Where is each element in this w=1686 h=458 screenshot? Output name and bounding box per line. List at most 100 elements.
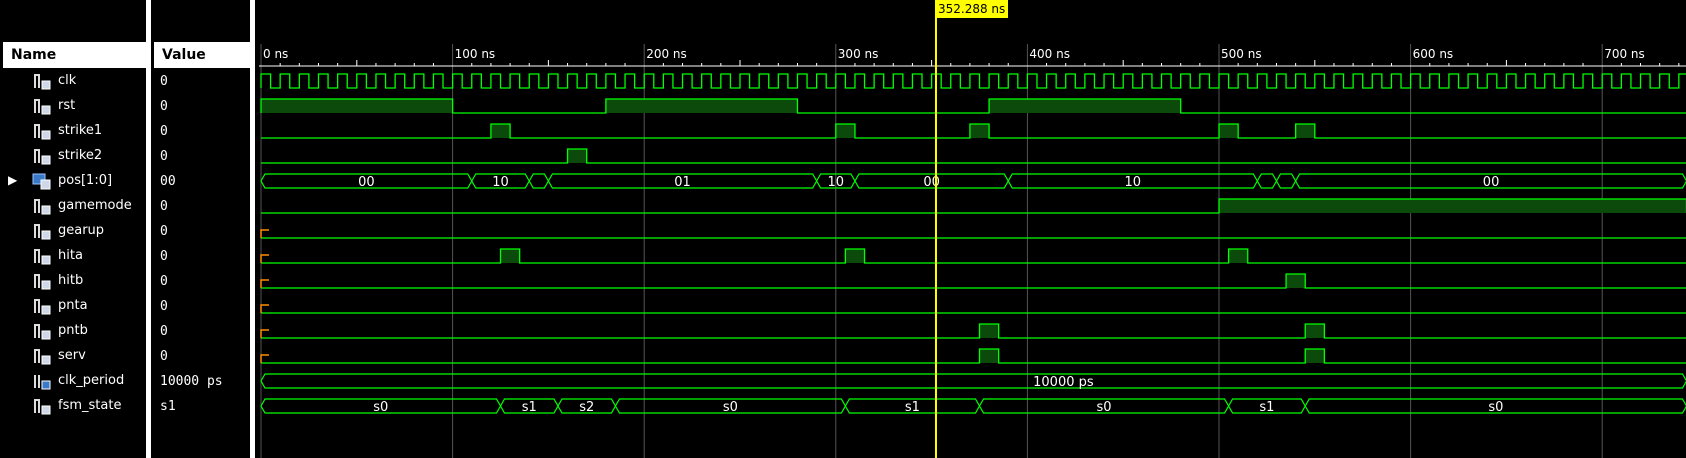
signal-name: hitb	[58, 273, 84, 288]
waveform-pntb[interactable]	[260, 323, 1686, 339]
undefined-marker	[260, 354, 269, 363]
undefined-marker	[260, 304, 269, 313]
high-pulse-fill	[969, 124, 990, 138]
bit-signal-icon	[32, 122, 52, 140]
bus-value-label: s1	[522, 400, 537, 415]
bus-value-label: s0	[1097, 400, 1112, 415]
waveform-serv[interactable]	[260, 348, 1686, 364]
bus-value-label: 10	[492, 175, 509, 190]
signal-name-row[interactable]: pnta	[0, 294, 146, 319]
signal-value: 0	[160, 349, 168, 364]
signal-value: 0	[160, 199, 168, 214]
bus-value-label: s1	[1259, 400, 1274, 415]
waveform-strike2[interactable]	[261, 148, 1686, 164]
signal-name: strike2	[58, 148, 103, 163]
waveform-viewer: Name Value clk 0 rst 0 strike1 0 strike2 0 ▶ pos[…	[0, 0, 1686, 458]
high-pulse-fill	[1219, 199, 1686, 213]
ruler-tick-label: 600 ns	[1413, 47, 1454, 61]
bit-signal-icon	[32, 72, 52, 90]
bit-signal-icon	[32, 297, 52, 315]
waveform-gamemode[interactable]	[261, 198, 1686, 214]
bit-signal-icon	[32, 247, 52, 265]
signal-name-row[interactable]: ▶ pos[1:0]	[0, 169, 146, 194]
signal-name: fsm_state	[58, 398, 122, 413]
name-column-header[interactable]: Name	[3, 42, 146, 68]
bus-segment	[260, 373, 1686, 389]
bit-trace	[261, 248, 1686, 264]
waveform-gearup[interactable]	[260, 229, 1686, 239]
signal-value: 00	[160, 174, 176, 189]
signal-name: serv	[58, 348, 86, 363]
waveform-clk[interactable]	[260, 73, 1686, 89]
high-pulse-fill	[1305, 349, 1325, 363]
signal-name-row[interactable]: clk_period	[0, 369, 146, 394]
bus-value-label: 10	[828, 175, 845, 190]
signal-value: 0	[160, 299, 168, 314]
signal-value: 0	[160, 224, 168, 239]
bit-trace	[261, 348, 1686, 364]
ruler-tick-label: 500 ns	[1221, 47, 1262, 61]
high-pulse-fill	[1228, 249, 1248, 263]
bit-trace	[261, 148, 1686, 164]
waveform-fsm-state[interactable]: s0 s1 s2 s0 s1 s0 s1 s0	[260, 398, 1686, 415]
cursor-time-label[interactable]: 352.288 ns	[934, 0, 1009, 18]
bus-segment	[528, 173, 550, 189]
signal-value: 0	[160, 149, 168, 164]
signal-name-row[interactable]: hita	[0, 244, 146, 269]
bus-segment	[1275, 173, 1297, 189]
signal-name-row[interactable]: gearup	[0, 219, 146, 244]
waveform-strike1[interactable]	[261, 123, 1686, 139]
bus-value-label: 10	[1125, 175, 1142, 190]
signal-name: strike1	[58, 123, 103, 138]
signal-name-row[interactable]: strike2	[0, 144, 146, 169]
high-pulse-fill	[605, 99, 798, 113]
signal-value: 0	[160, 99, 168, 114]
high-pulse-fill	[490, 124, 511, 138]
time-ruler[interactable]: 0 ns 100 ns 200 ns 300 ns 400 ns 500 ns 600 ns…	[259, 44, 1686, 458]
bus-value-label: s2	[579, 400, 594, 415]
undefined-marker	[260, 329, 269, 338]
waveform-hitb[interactable]	[260, 273, 1686, 289]
bus-value-label: s0	[1488, 400, 1503, 415]
signal-name-row[interactable]: gamemode	[0, 194, 146, 219]
signal-value: 10000 ps	[160, 374, 223, 389]
ruler-tick-label: 300 ns	[838, 47, 879, 61]
panel-splitter-2[interactable]	[250, 0, 255, 458]
bus-signal-icon	[32, 172, 52, 190]
bit-trace	[261, 273, 1686, 289]
high-pulse-fill	[567, 149, 587, 163]
signal-name-row[interactable]: hitb	[0, 269, 146, 294]
expand-arrow-icon[interactable]: ▶	[8, 173, 17, 187]
high-pulse-fill	[989, 99, 1181, 113]
waveform-pos-1-0-[interactable]: 00 10 01 10 00 10 00	[260, 173, 1686, 190]
undefined-marker	[260, 279, 269, 288]
signal-name-row[interactable]: serv	[0, 344, 146, 369]
waveform-clk-period[interactable]: 10000 ps	[260, 373, 1686, 390]
bit-signal-icon	[32, 197, 52, 215]
signal-name-row[interactable]: clk	[0, 69, 146, 94]
high-pulse-fill	[979, 349, 999, 363]
value-column-header[interactable]: Value	[154, 42, 250, 68]
signal-name-row[interactable]: rst	[0, 94, 146, 119]
high-pulse-fill	[835, 124, 855, 138]
bit-signal-icon	[32, 147, 52, 165]
waveform-rst[interactable]	[260, 98, 1686, 114]
bus-value-label: 01	[674, 175, 691, 190]
signal-value: 0	[160, 124, 168, 139]
waveform-pnta[interactable]	[260, 304, 1686, 314]
bit-trace	[260, 98, 1686, 114]
signal-name-row[interactable]: strike1	[0, 119, 146, 144]
ruler-tick-label: 700 ns	[1604, 47, 1645, 61]
ruler-tick-label: 200 ns	[646, 47, 687, 61]
waveform-canvas[interactable]: 0 ns 100 ns 200 ns 300 ns 400 ns 500 ns 600 ns…	[259, 0, 1686, 458]
bus-value-label: s1	[905, 400, 920, 415]
signal-name-row[interactable]: pntb	[0, 319, 146, 344]
high-pulse-fill	[1295, 124, 1315, 138]
signal-name-row[interactable]: fsm_state	[0, 394, 146, 419]
signal-name: hita	[58, 248, 83, 263]
signal-value: 0	[160, 274, 168, 289]
waveform-hita[interactable]	[260, 248, 1686, 264]
signal-name: pnta	[58, 298, 88, 313]
bit-signal-icon	[32, 397, 52, 415]
signal-value: 0	[160, 74, 168, 89]
